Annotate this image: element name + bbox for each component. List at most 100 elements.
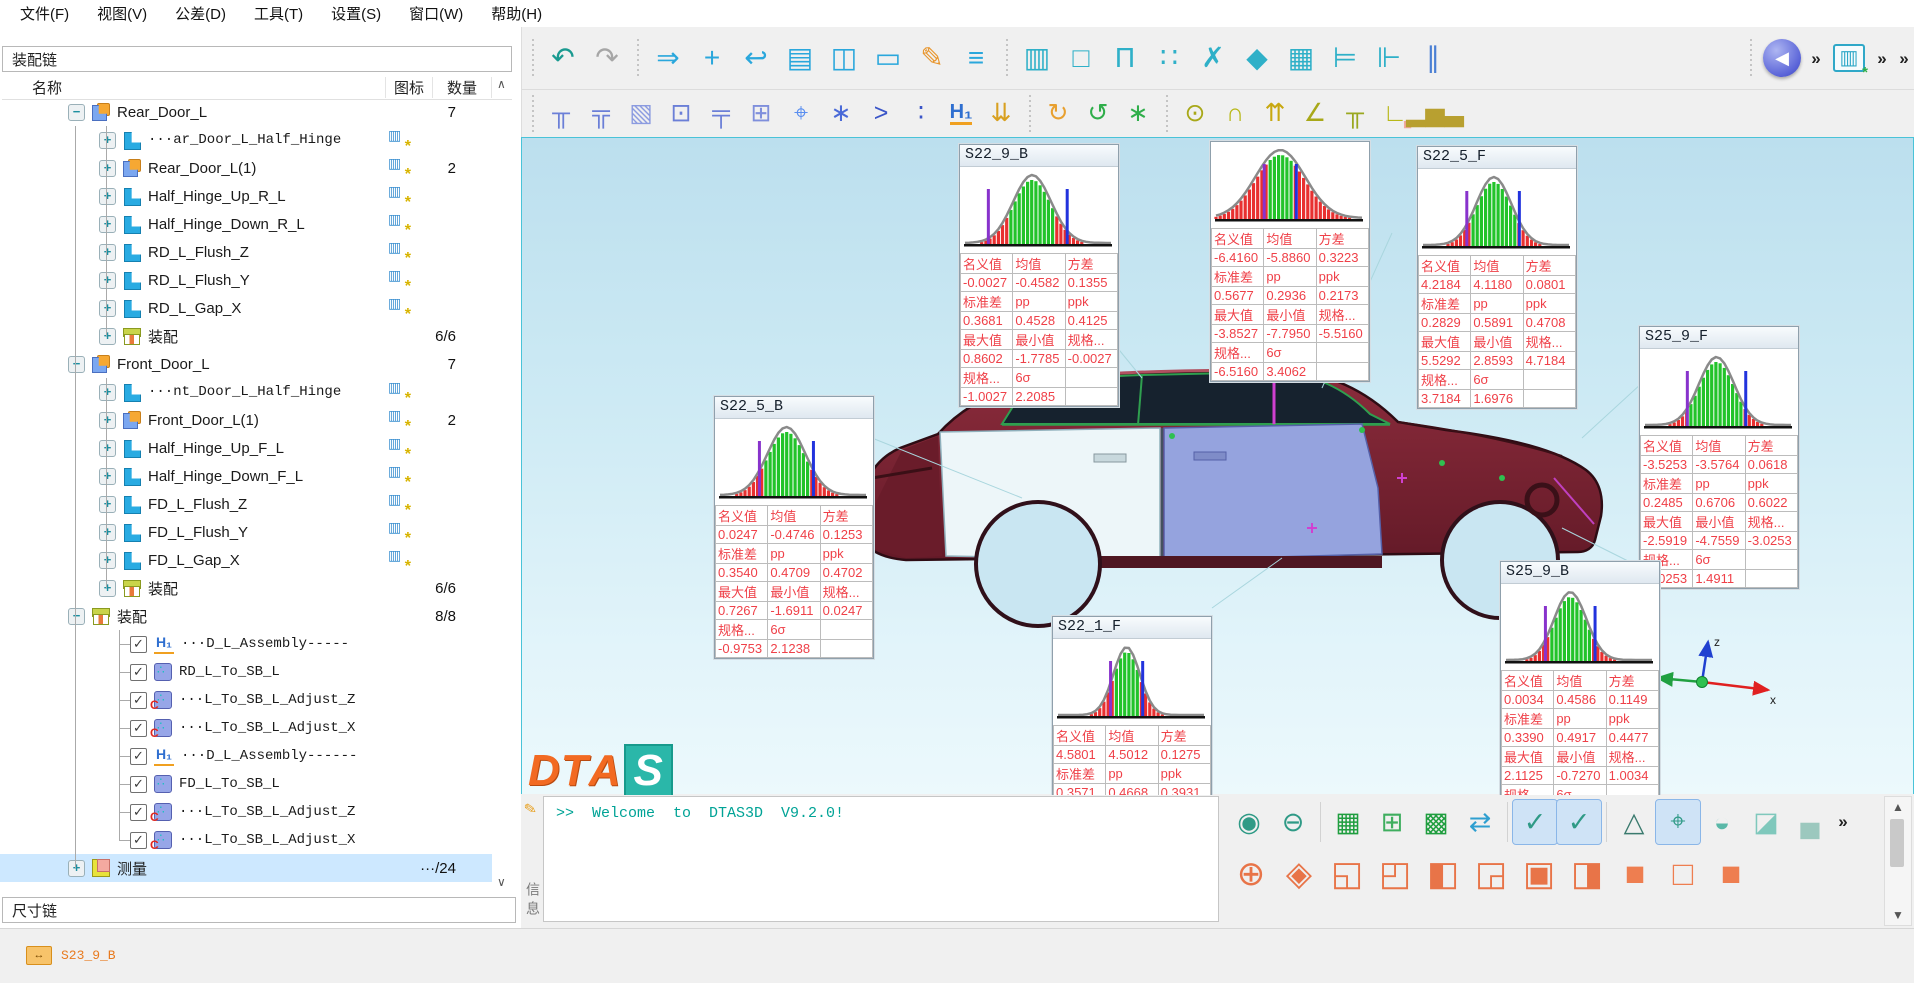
toolbar-handle[interactable] — [1004, 39, 1009, 77]
expand-icon[interactable]: + — [99, 468, 116, 485]
tree-item[interactable]: +测量···/24 — [0, 854, 492, 882]
tree-item[interactable]: +FD_L_Flush_Y — [0, 518, 492, 546]
tree-item[interactable]: +Rear_Door_L(1)2 — [0, 154, 492, 182]
tree-item[interactable]: +Half_Hinge_Down_R_L — [0, 210, 492, 238]
grid-filled-icon[interactable]: ▦ — [1326, 800, 1370, 844]
pin-support-icon[interactable]: Π — [1103, 34, 1147, 82]
cylinder-rotate-cw-icon[interactable]: ↻ — [1038, 94, 1078, 134]
skip-start-icon[interactable]: ◀ — [1759, 34, 1805, 82]
checkbox-checked[interactable]: ✓ — [130, 804, 147, 821]
message-console[interactable]: >> Welcome to DTAS3D V9.2.0! — [543, 796, 1219, 922]
measure-grid-icon[interactable] — [388, 466, 408, 486]
frame-face-icon[interactable]: □ — [1059, 34, 1103, 82]
expand-icon[interactable]: + — [99, 132, 116, 149]
tree-item[interactable]: ✓···L_To_SB_L_Adjust_X — [0, 714, 492, 742]
toolbar-handle[interactable] — [530, 95, 535, 133]
expand-icon[interactable]: + — [99, 524, 116, 541]
checkbox-checked[interactable]: ✓ — [130, 776, 147, 793]
distribution-panel[interactable]: S22_5_F名义值均值方差4.21844.11800.0801标准差ppppk… — [1417, 146, 1577, 409]
menu-settings[interactable]: 设置(S) — [317, 0, 395, 27]
frame-document-icon[interactable]: ▭ — [866, 34, 910, 82]
tree-item[interactable]: +FD_L_Flush_Z — [0, 490, 492, 518]
tree-item[interactable]: +···ar_Door_L_Half_Hinge — [0, 126, 492, 154]
tree-item[interactable]: +装配6/6 — [0, 322, 492, 350]
panel-title[interactable]: S22_5_F — [1418, 147, 1576, 169]
scroll-up-icon[interactable]: ∧ — [497, 77, 506, 91]
hub-network-icon[interactable]: ∗ — [821, 94, 861, 134]
menu-tools[interactable]: 工具(T) — [240, 0, 317, 27]
edit-document-icon[interactable]: ✎ — [910, 34, 954, 82]
panel-title[interactable]: S22_5_B — [715, 397, 873, 419]
distribution-panel[interactable]: S25_9_B名义值均值方差0.00340.45860.1149标准差ppppk… — [1500, 561, 1660, 796]
distribution-panel[interactable]: S22_5_B名义值均值方差0.0247-0.47460.1253标准差pppp… — [714, 396, 874, 659]
polyline-angle-icon[interactable]: > — [861, 94, 901, 134]
scroll-down-icon[interactable]: ∨ — [497, 875, 506, 889]
checkbox-checked[interactable]: ✓ — [130, 636, 147, 653]
tree-item[interactable]: +RD_L_Gap_X — [0, 294, 492, 322]
rivet-document-icon[interactable]: ⊩ — [1367, 34, 1411, 82]
toolbar-handle[interactable] — [530, 39, 535, 77]
measure-grid-icon[interactable] — [388, 270, 408, 290]
panel-title[interactable]: S22_9_B — [960, 145, 1118, 167]
panel-title[interactable]: S25_9_F — [1640, 327, 1798, 349]
dimension-chain-header[interactable]: 尺寸链 — [2, 897, 516, 923]
machine-config-icon[interactable]: ▥* — [1827, 34, 1871, 82]
expand-icon[interactable]: + — [99, 328, 116, 345]
clamp-open-icon[interactable]: ╥ — [541, 94, 581, 134]
measure-grid-icon[interactable] — [388, 214, 408, 234]
tree-item[interactable]: −装配8/8 — [0, 602, 492, 630]
measure-grid-icon[interactable] — [388, 522, 408, 542]
toolbar-handle[interactable] — [1027, 95, 1032, 133]
tree-item[interactable]: ✓···L_To_SB_L_Adjust_Z — [0, 686, 492, 714]
puzzle-check-left-icon[interactable]: ✓ — [1513, 800, 1557, 844]
checkbox-checked[interactable]: ✓ — [130, 832, 147, 849]
tree-item[interactable]: +RD_L_Flush_Z — [0, 238, 492, 266]
cube-press-icon[interactable]: ⇊ — [981, 94, 1021, 134]
tree-item[interactable]: +Half_Hinge_Up_R_L — [0, 182, 492, 210]
measure-grid-icon[interactable] — [388, 494, 408, 514]
cube-face-left-icon[interactable]: ◧ — [1419, 850, 1467, 898]
measure-grid-icon[interactable] — [388, 130, 408, 150]
cube-face-top-icon[interactable]: ◰ — [1371, 850, 1419, 898]
overflow-icon[interactable]: » — [1893, 34, 1914, 82]
expand-icon[interactable]: + — [99, 412, 116, 429]
tree-item[interactable]: +Front_Door_L(1)2 — [0, 406, 492, 434]
expand-icon[interactable]: + — [99, 580, 116, 597]
tree-item[interactable]: ✓···L_To_SB_L_Adjust_Z — [0, 798, 492, 826]
expand-icon[interactable]: + — [99, 300, 116, 317]
pin-drop-icon[interactable]: ⌖ — [781, 94, 821, 134]
expand-icon[interactable]: + — [99, 384, 116, 401]
surface-slots-icon[interactable]: ▥ — [1015, 34, 1059, 82]
h1-datum-icon[interactable]: H₁ — [941, 94, 981, 134]
overflow-icon[interactable]: » — [1832, 800, 1854, 844]
new-report-icon[interactable]: + — [690, 34, 734, 82]
cube-solid-icon[interactable]: ▧ — [621, 94, 661, 134]
tree-item[interactable]: ✓H₁···D_L_Assembly----- — [0, 630, 492, 658]
collapse-icon[interactable]: − — [68, 104, 85, 121]
tree-item[interactable]: +装配6/6 — [0, 574, 492, 602]
measure-grid-icon[interactable] — [388, 298, 408, 318]
swap-views-icon[interactable]: ⇄ — [1458, 800, 1502, 844]
expand-icon[interactable]: + — [68, 860, 85, 877]
expand-icon[interactable]: + — [99, 188, 116, 205]
tree-item[interactable]: +Half_Hinge_Up_F_L — [0, 434, 492, 462]
scroll-thumb[interactable] — [1890, 819, 1904, 867]
collapse-icon[interactable]: − — [68, 356, 85, 373]
cube-inspect-icon[interactable]: ⊡ — [661, 94, 701, 134]
toolbar-handle[interactable] — [635, 39, 640, 77]
scroll-up-icon[interactable]: ▲ — [1892, 800, 1904, 814]
menu-window[interactable]: 窗口(W) — [395, 0, 477, 27]
distribution-panel[interactable]: S25_9_F名义值均值方差-3.5253-3.57640.0618标准差ppp… — [1639, 326, 1799, 589]
hide-element-icon[interactable]: ⊖ — [1271, 800, 1315, 844]
point-link-icon[interactable]: ∶ — [901, 94, 941, 134]
clamp-closed-icon[interactable]: ╦ — [581, 94, 621, 134]
report-histogram-icon[interactable]: ▤ — [778, 34, 822, 82]
move-free-icon[interactable]: ⊕ — [1227, 850, 1275, 898]
checkbox-checked[interactable]: ✓ — [130, 692, 147, 709]
expand-icon[interactable]: + — [99, 216, 116, 233]
measure-grid-icon[interactable] — [388, 382, 408, 402]
shapes-target-icon[interactable]: ⌖ — [1656, 800, 1700, 844]
distribution-panel[interactable]: S22_9_B名义值均值方差-0.0027-0.45820.1355标准差ppp… — [959, 144, 1119, 407]
cube-solid-small-icon[interactable]: ■ — [1707, 850, 1755, 898]
expand-icon[interactable]: + — [99, 160, 116, 177]
